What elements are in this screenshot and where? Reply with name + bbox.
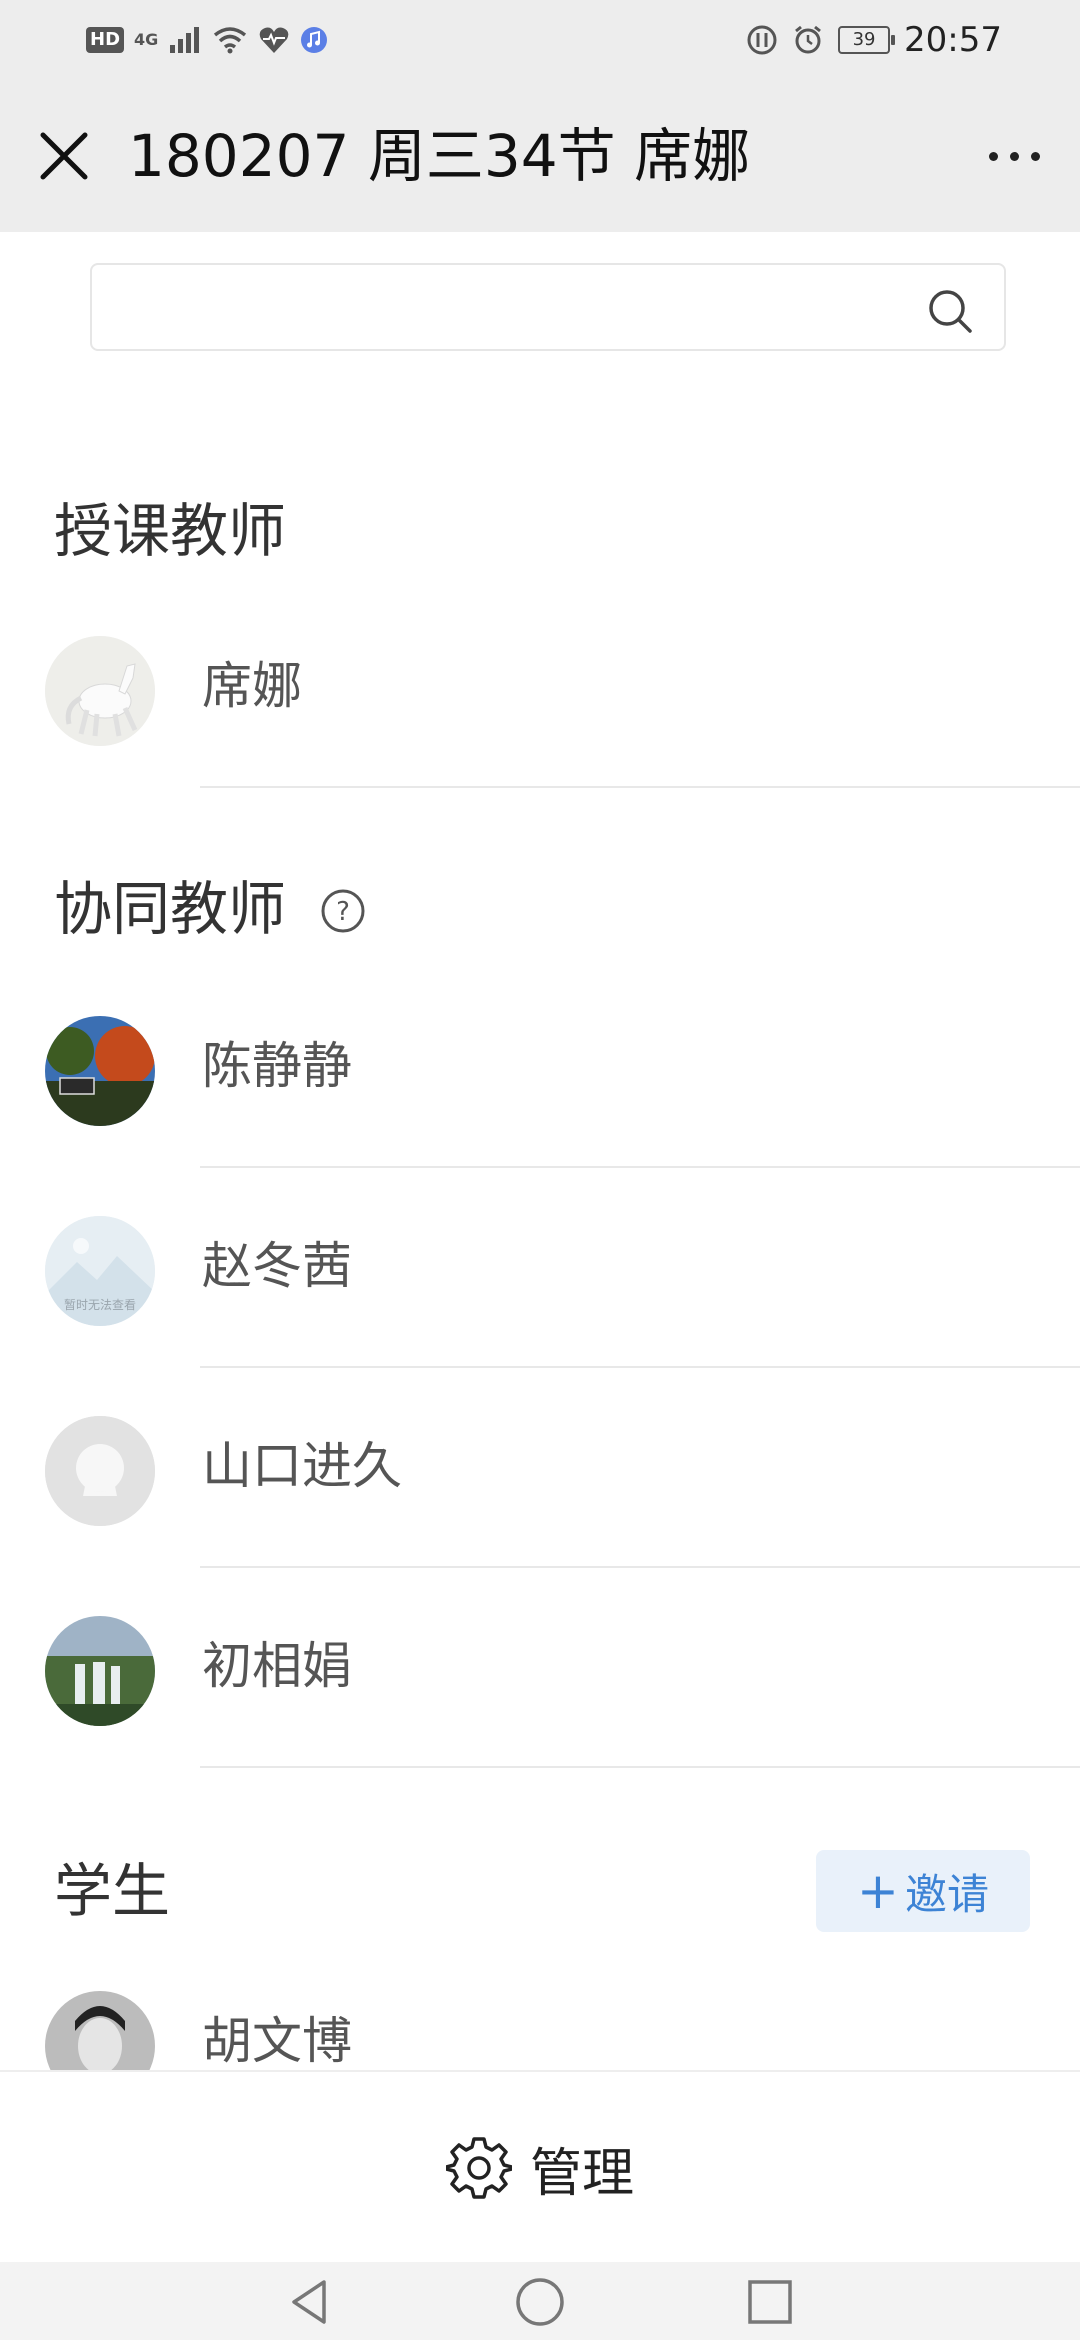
- status-right: 39 20:57: [746, 20, 1002, 60]
- wifi-icon: [214, 27, 247, 54]
- divider: [200, 786, 1080, 788]
- avatar: [45, 1416, 155, 1526]
- divider: [200, 1566, 1080, 1568]
- divider: [200, 1166, 1080, 1168]
- avatar: [45, 1016, 155, 1126]
- autumn-trees-avatar-icon: [45, 1016, 155, 1126]
- list-item-co-teacher[interactable]: 初相娟: [0, 1570, 1080, 1770]
- data-saver-icon: [747, 25, 777, 55]
- person-name: 胡文博: [202, 2012, 352, 2070]
- manage-label: 管理: [529, 2143, 634, 2204]
- more-dot-icon: [988, 151, 998, 161]
- person-name: 席娜: [202, 657, 302, 715]
- person-name: 赵冬茜: [202, 1237, 352, 1295]
- battery-indicator: 39: [838, 26, 896, 54]
- home-icon[interactable]: [510, 2272, 570, 2332]
- person-name: 陈静静: [202, 1037, 352, 1095]
- signal-icon: [170, 27, 200, 53]
- health-heart-icon: [259, 27, 289, 53]
- more-options-button[interactable]: [974, 126, 1054, 186]
- person-name: 山口进久: [202, 1437, 402, 1495]
- close-icon: [40, 132, 88, 180]
- list-item-co-teacher[interactable]: 暂时无法查看 赵冬茜: [0, 1170, 1080, 1370]
- svg-text:?: ?: [336, 897, 350, 927]
- default-user-icon: [45, 1416, 155, 1526]
- network-type: 4G: [134, 30, 159, 49]
- section-title-co-teachers: 协同教师: [54, 875, 287, 943]
- more-dot-icon: [1030, 151, 1040, 161]
- section-title-students: 学生: [54, 1857, 171, 1925]
- invite-button[interactable]: + 邀请: [816, 1850, 1030, 1932]
- page-title: 180207 周三34节 席娜: [128, 122, 751, 190]
- close-button[interactable]: [34, 126, 94, 186]
- divider: [200, 1366, 1080, 1368]
- list-item-co-teacher[interactable]: 山口进久: [0, 1370, 1080, 1570]
- status-bar: HD 4G 39 20:57: [0, 0, 1080, 80]
- title-bar: 180207 周三34节 席娜: [0, 80, 1080, 232]
- status-left: HD 4G: [86, 22, 328, 58]
- list-item-student[interactable]: 胡文博: [0, 1945, 1080, 2070]
- recents-icon[interactable]: [740, 2272, 800, 2332]
- help-icon[interactable]: ?: [320, 888, 366, 934]
- avatar: [45, 1616, 155, 1726]
- plus-icon: +: [857, 1862, 899, 1920]
- person-name: 初相娟: [202, 1637, 352, 1695]
- list-item-teacher[interactable]: 席娜: [0, 590, 1080, 790]
- avatar-caption: 暂时无法查看: [63, 1298, 136, 1312]
- back-icon[interactable]: [280, 2272, 340, 2332]
- avatar: [45, 1991, 155, 2070]
- hd-badge: HD: [86, 27, 125, 53]
- gear-icon: [445, 2137, 512, 2199]
- search-input[interactable]: [90, 263, 1006, 351]
- alarm-icon: [795, 25, 821, 54]
- section-title-teacher: 授课教师: [54, 497, 287, 565]
- invite-label: 邀请: [904, 1869, 989, 1919]
- portrait-avatar-icon: [45, 1991, 155, 2070]
- avatar: 暂时无法查看: [45, 1216, 155, 1326]
- waterfall-avatar-icon: [45, 1616, 155, 1726]
- system-nav-bar: [0, 2262, 1080, 2340]
- search-icon[interactable]: [926, 287, 974, 335]
- list-item-co-teacher[interactable]: 陈静静: [0, 970, 1080, 1170]
- divider: [200, 1766, 1080, 1768]
- music-app-icon: [301, 27, 328, 53]
- avatar: [45, 636, 155, 746]
- manage-button[interactable]: 管理: [0, 2070, 1080, 2264]
- horse-avatar-icon: [45, 636, 155, 746]
- more-dot-icon: [1009, 151, 1019, 161]
- clock: 20:57: [904, 20, 1002, 60]
